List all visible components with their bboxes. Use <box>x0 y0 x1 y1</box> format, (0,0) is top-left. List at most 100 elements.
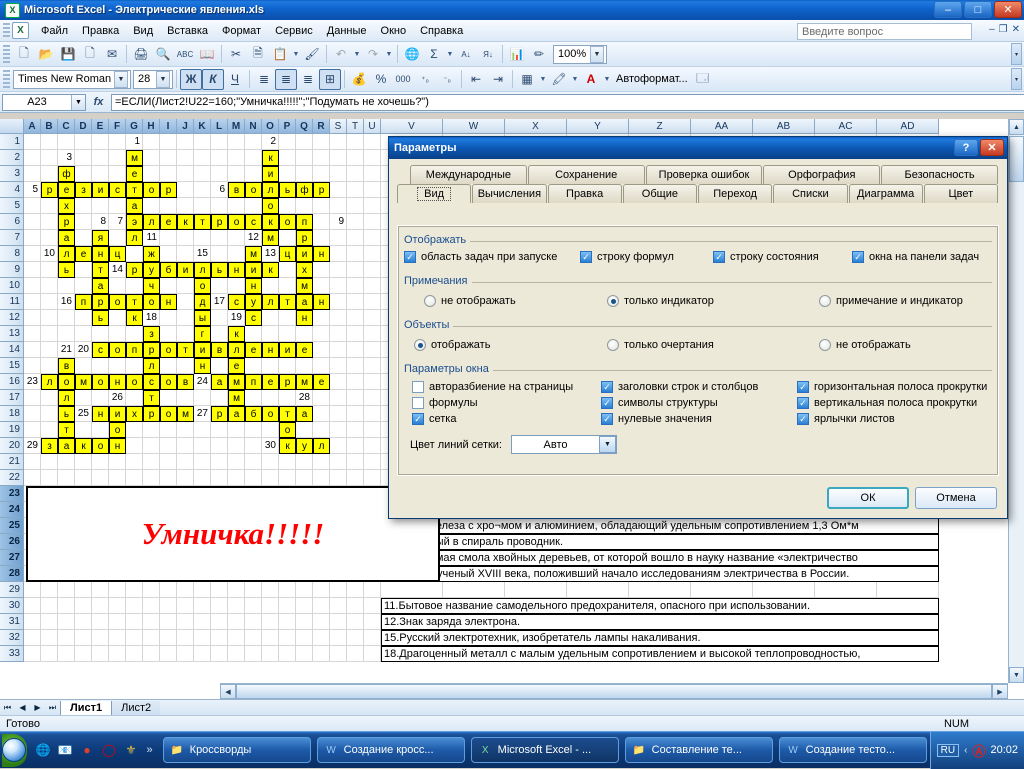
cell-G1[interactable]: 1 <box>126 134 143 150</box>
row-header-19[interactable]: 19 <box>0 422 24 438</box>
cell-U33[interactable] <box>364 646 381 662</box>
column-header-r[interactable]: R <box>313 119 330 134</box>
cell-E21[interactable] <box>92 454 109 470</box>
cell-U30[interactable] <box>364 598 381 614</box>
new-icon[interactable]: 🗋 <box>13 44 35 65</box>
cell-C20[interactable]: а <box>58 438 75 454</box>
cell-L31[interactable] <box>211 614 228 630</box>
cell-C3[interactable]: ф <box>58 166 75 182</box>
radio-icon[interactable] <box>607 339 619 351</box>
cell-G22[interactable] <box>126 470 143 486</box>
cell-E32[interactable] <box>92 630 109 646</box>
row-header-1[interactable]: 1 <box>0 134 24 150</box>
cell-O20[interactable]: 30 <box>262 438 279 454</box>
cell-I32[interactable] <box>160 630 177 646</box>
cell-Q31[interactable] <box>296 614 313 630</box>
cell-C16[interactable]: о <box>58 374 75 390</box>
cell-P6[interactable]: о <box>279 214 296 230</box>
cell-E31[interactable] <box>92 614 109 630</box>
prev-sheet-button[interactable]: ◀ <box>15 700 30 715</box>
cell-U1[interactable] <box>364 134 381 150</box>
cell-L29[interactable] <box>211 582 228 598</box>
cell-E3[interactable] <box>92 166 109 182</box>
radio-icon[interactable] <box>819 339 831 351</box>
cell-B14[interactable] <box>41 342 58 358</box>
cell-R21[interactable] <box>313 454 330 470</box>
cell-K29[interactable] <box>194 582 211 598</box>
cell-T29[interactable] <box>347 582 364 598</box>
percent-icon[interactable]: % <box>370 69 392 90</box>
cell-F1[interactable] <box>109 134 126 150</box>
cell-R19[interactable] <box>313 422 330 438</box>
cancel-button[interactable]: Отмена <box>915 487 997 509</box>
cell-M29[interactable] <box>228 582 245 598</box>
cell-C2[interactable]: 3 <box>58 150 75 166</box>
open-icon[interactable]: 📂 <box>35 44 57 65</box>
cell-F2[interactable] <box>109 150 126 166</box>
cell-T2[interactable] <box>347 150 364 166</box>
name-box[interactable]: A23 ▼ <box>2 93 86 111</box>
cell-G16[interactable]: о <box>126 374 143 390</box>
cell-H16[interactable]: с <box>143 374 160 390</box>
taskbar-item-sozdanie-kross[interactable]: W Создание кросс... <box>316 737 465 763</box>
cell-M33[interactable] <box>228 646 245 662</box>
cell-H30[interactable] <box>143 598 160 614</box>
checkbox-zero-values[interactable]: ✓ нулевые значения <box>601 413 797 425</box>
cell-I29[interactable] <box>160 582 177 598</box>
cell-H1[interactable] <box>143 134 160 150</box>
cell-AB29[interactable] <box>753 582 815 598</box>
cell-T1[interactable] <box>347 134 364 150</box>
row-header-22[interactable]: 22 <box>0 470 24 486</box>
cell-D9[interactable] <box>75 262 92 278</box>
cell-A3[interactable] <box>24 166 41 182</box>
cell-K18[interactable]: 27 <box>194 406 211 422</box>
cell-H10[interactable]: ч <box>143 278 160 294</box>
checkbox-horizontal-scrollbar[interactable]: ✓ горизонтальная полоса прокрутки <box>797 381 987 393</box>
redo-chevron-down-icon[interactable]: ▼ <box>384 44 394 65</box>
cell-J13[interactable] <box>177 326 194 342</box>
currency-icon[interactable]: 💰 <box>348 69 370 90</box>
cell-K14[interactable]: и <box>194 342 211 358</box>
cell-I19[interactable] <box>160 422 177 438</box>
column-header-p[interactable]: P <box>279 119 296 134</box>
cell-G6[interactable]: э <box>126 214 143 230</box>
column-header-e[interactable]: E <box>92 119 109 134</box>
radio-no-notes[interactable]: не отображать <box>404 295 607 307</box>
opera-red-icon[interactable]: ● <box>78 741 97 760</box>
cell-T20[interactable] <box>347 438 364 454</box>
cell-R4[interactable]: р <box>313 182 330 198</box>
cell-O21[interactable] <box>262 454 279 470</box>
cell-S1[interactable] <box>330 134 347 150</box>
cell-K30[interactable] <box>194 598 211 614</box>
cell-U11[interactable] <box>364 294 381 310</box>
cell-Y29[interactable] <box>567 582 629 598</box>
cell-L13[interactable] <box>211 326 228 342</box>
cell-I4[interactable]: р <box>160 182 177 198</box>
cell-H17[interactable]: т <box>143 390 160 406</box>
cell-E29[interactable] <box>92 582 109 598</box>
cell-D4[interactable]: з <box>75 182 92 198</box>
clue-row-30[interactable]: 11.Бытовое название самодельного предохр… <box>381 598 939 614</box>
checkbox-icon[interactable]: ✓ <box>404 251 416 263</box>
cell-E20[interactable]: о <box>92 438 109 454</box>
menu-item-view[interactable]: Вид <box>126 22 160 40</box>
font-name-combo[interactable]: Times New Roman ▼ <box>13 69 131 89</box>
row-header-32[interactable]: 32 <box>0 630 24 646</box>
cell-E14[interactable]: с <box>92 342 109 358</box>
cell-E1[interactable] <box>92 134 109 150</box>
cell-J33[interactable] <box>177 646 194 662</box>
doc-close-button[interactable]: ✕ <box>1012 24 1020 35</box>
cell-P33[interactable] <box>279 646 296 662</box>
cell-J1[interactable] <box>177 134 194 150</box>
cell-G10[interactable] <box>126 278 143 294</box>
cell-J8[interactable] <box>177 246 194 262</box>
cell-U18[interactable] <box>364 406 381 422</box>
cell-R14[interactable] <box>313 342 330 358</box>
cell-Q30[interactable] <box>296 598 313 614</box>
cell-M13[interactable]: к <box>228 326 245 342</box>
checkbox-icon[interactable]: ✓ <box>601 381 613 393</box>
checkbox-icon[interactable] <box>412 381 424 393</box>
cell-R30[interactable] <box>313 598 330 614</box>
cell-P1[interactable] <box>279 134 296 150</box>
cell-D12[interactable] <box>75 310 92 326</box>
